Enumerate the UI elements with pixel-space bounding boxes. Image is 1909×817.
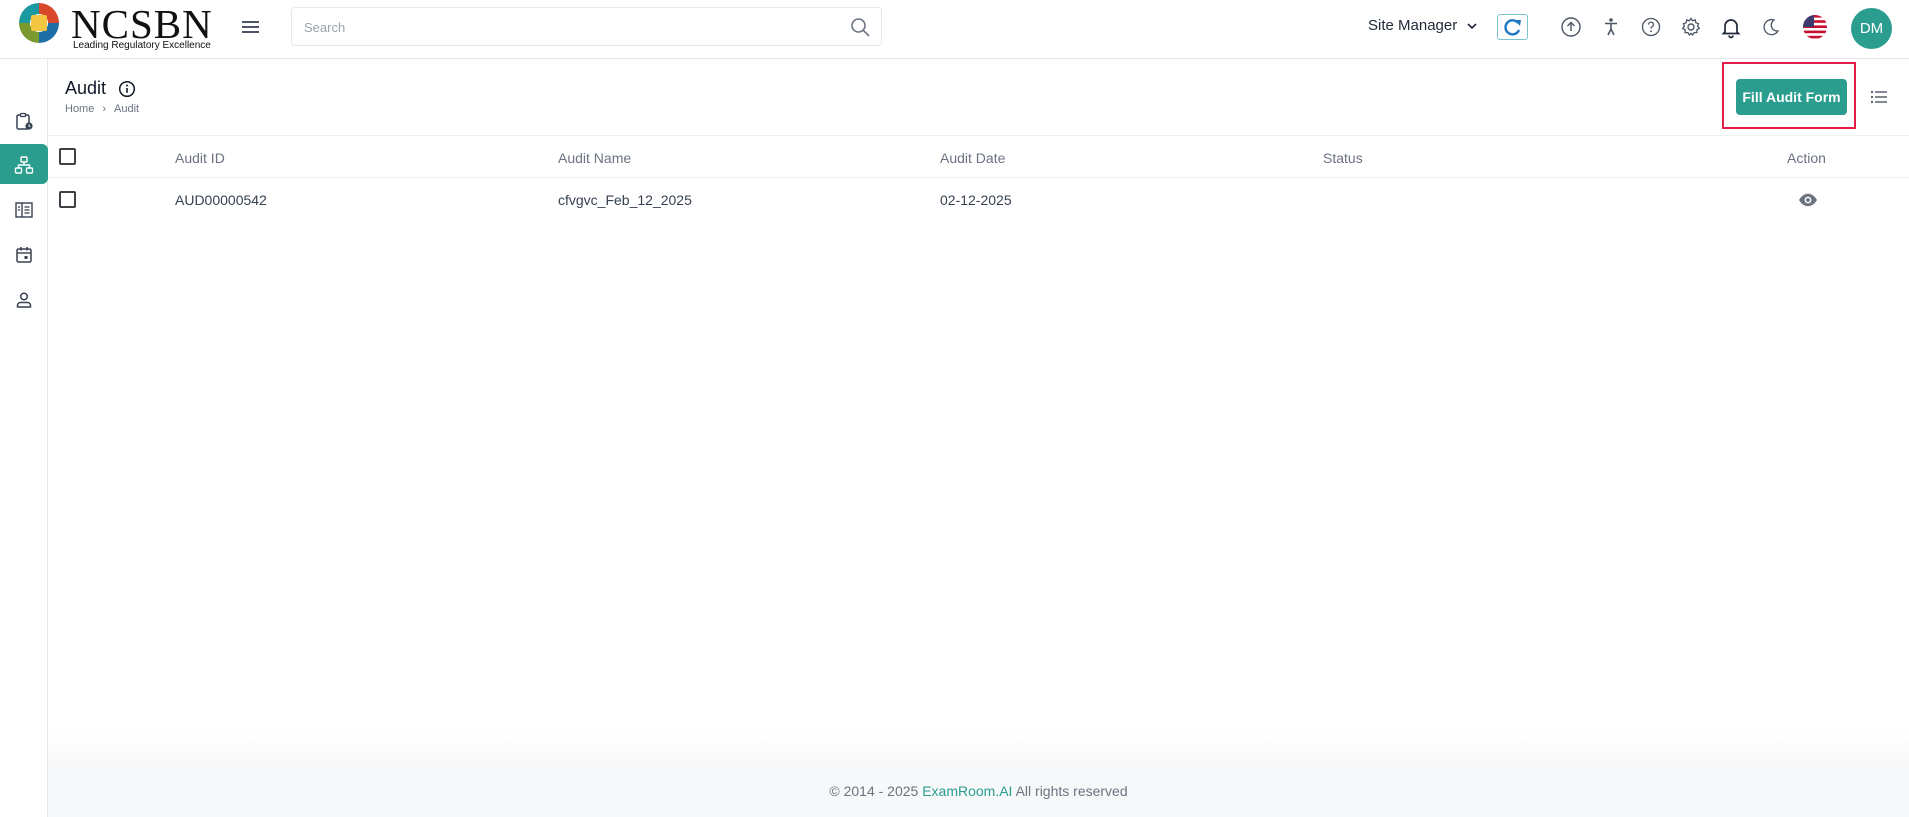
eye-icon[interactable] — [1798, 192, 1818, 208]
building-list-icon — [15, 202, 33, 218]
role-selector[interactable]: Site Manager — [1368, 17, 1477, 34]
settings-icon[interactable] — [1679, 15, 1703, 39]
footer-fade — [48, 729, 1909, 765]
select-all-checkbox[interactable] — [59, 148, 76, 165]
table-header: Audit ID Audit Name Audit Date Status Ac… — [48, 135, 1909, 178]
chevron-down-icon — [1467, 23, 1477, 30]
breadcrumb: Home › Audit — [65, 103, 139, 115]
calendar-icon — [16, 247, 32, 263]
footer-copyright: © 2014 - 2025 — [829, 783, 919, 799]
sidebar-item-audit[interactable] — [0, 144, 48, 184]
sidebar-item-calendar[interactable] — [0, 234, 48, 274]
sync-button[interactable] — [1497, 14, 1528, 40]
ncsbn-logo[interactable]: NCSBN Leading Regulatory Excellence — [18, 2, 218, 54]
cell-audit-id: AUD00000542 — [175, 192, 267, 208]
search-input[interactable] — [304, 17, 824, 37]
clipboard-clock-icon — [16, 112, 33, 130]
page-title: Audit — [65, 78, 107, 98]
list-view-icon[interactable] — [1870, 89, 1888, 105]
sidebar-item-buildings[interactable] — [0, 189, 48, 229]
footer-rights: All rights reserved — [1015, 783, 1128, 799]
sidebar-item-schedule[interactable] — [0, 100, 48, 140]
footer-brand-link[interactable]: ExamRoom.AI — [922, 783, 1012, 799]
bell-icon[interactable] — [1719, 15, 1743, 39]
help-icon[interactable] — [1639, 15, 1663, 39]
search-icon[interactable] — [850, 17, 871, 38]
column-header-audit-date[interactable]: Audit Date — [940, 150, 1005, 166]
breadcrumb-home[interactable]: Home — [65, 103, 94, 115]
logo-text: NCSBN — [71, 1, 213, 47]
logo-mark-icon — [19, 3, 59, 43]
column-header-audit-id[interactable]: Audit ID — [175, 150, 225, 166]
breadcrumb-separator: › — [102, 103, 107, 115]
breadcrumb-current: Audit — [114, 103, 140, 115]
column-header-audit-name[interactable]: Audit Name — [558, 150, 631, 166]
row-checkbox[interactable] — [59, 191, 76, 208]
logo-tagline: Leading Regulatory Excellence — [73, 40, 211, 51]
hierarchy-icon — [14, 156, 34, 174]
menu-icon[interactable] — [240, 17, 262, 37]
search-box — [291, 7, 882, 46]
person-icon — [16, 292, 32, 308]
column-header-status[interactable]: Status — [1323, 150, 1363, 166]
accessibility-icon[interactable] — [1599, 15, 1623, 39]
moon-icon[interactable] — [1759, 15, 1783, 39]
upload-icon[interactable] — [1559, 15, 1583, 39]
sync-icon — [1504, 19, 1521, 36]
top-header: NCSBN Leading Regulatory Excellence Site… — [0, 0, 1909, 59]
avatar[interactable]: DM — [1851, 8, 1892, 49]
info-icon[interactable] — [118, 80, 136, 98]
fill-audit-form-button[interactable]: Fill Audit Form — [1736, 79, 1847, 115]
cell-audit-date: 02-12-2025 — [940, 192, 1012, 208]
us-flag-icon[interactable] — [1803, 15, 1827, 39]
role-label: Site Manager — [1368, 17, 1458, 34]
table-row[interactable]: AUD00000542 cfvgvc_Feb_12_2025 02-12-202… — [48, 178, 1909, 223]
cell-audit-name: cfvgvc_Feb_12_2025 — [558, 192, 692, 208]
sidebar-item-users[interactable] — [0, 279, 48, 319]
column-header-action: Action — [1787, 150, 1826, 166]
footer: © 2014 - 2025 ExamRoom.AI All rights res… — [48, 765, 1909, 817]
sidebar — [0, 59, 48, 817]
main-content: Audit Home › Audit Fill Audit Form Audit I… — [48, 59, 1909, 817]
